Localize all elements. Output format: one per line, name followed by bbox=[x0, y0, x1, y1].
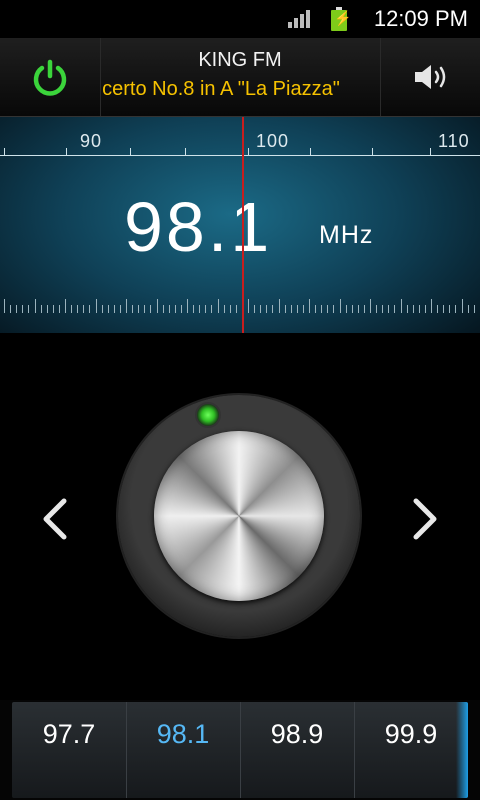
scale-label-110: 110 bbox=[438, 131, 470, 151]
tuning-knob[interactable] bbox=[118, 395, 360, 637]
frequency-unit: MHz bbox=[319, 221, 374, 249]
frequency-display: 98.1 bbox=[124, 188, 273, 266]
power-icon bbox=[33, 59, 67, 96]
battery-charging-icon: ⚡ bbox=[331, 7, 351, 31]
green-led-icon bbox=[197, 404, 219, 426]
tuning-controls bbox=[0, 333, 480, 700]
scroll-indicator bbox=[456, 702, 468, 798]
signal-bars-icon bbox=[288, 10, 312, 28]
status-time: 12:09 PM bbox=[373, 6, 468, 31]
previous-station-button[interactable] bbox=[36, 491, 76, 547]
now-playing-text: ncerto No.8 in A "La Piazza" bbox=[101, 78, 340, 100]
speaker-volume-icon bbox=[415, 65, 446, 89]
chevron-left-icon bbox=[43, 498, 67, 540]
volume-button[interactable] bbox=[380, 38, 480, 116]
radio-header: KING FM ncerto No.8 in A "La Piazza" bbox=[0, 38, 480, 117]
scale-label-90: 90 bbox=[80, 131, 103, 151]
preset-0[interactable]: 97.7 bbox=[12, 702, 127, 798]
station-info: KING FM ncerto No.8 in A "La Piazza" bbox=[101, 38, 379, 116]
tuner-dial[interactable]: 90 100 110 98.1 MHz bbox=[0, 117, 480, 333]
frequency-scale bbox=[0, 155, 480, 156]
fine-tick-scale bbox=[0, 297, 480, 317]
preset-2[interactable]: 98.9 bbox=[240, 702, 355, 798]
next-station-button[interactable] bbox=[404, 491, 444, 547]
chevron-right-icon bbox=[413, 498, 437, 540]
station-name: KING FM bbox=[198, 49, 282, 71]
preset-bar: 97.7 98.1 98.9 99.9 bbox=[12, 702, 468, 798]
knob-face bbox=[154, 431, 324, 601]
preset-list: 97.7 98.1 98.9 99.9 bbox=[0, 700, 480, 800]
tuning-needle bbox=[242, 117, 244, 333]
preset-3[interactable]: 99.9 bbox=[354, 702, 468, 798]
scale-label-100: 100 bbox=[256, 131, 290, 151]
preset-1[interactable]: 98.1 bbox=[126, 702, 241, 798]
power-button[interactable] bbox=[0, 38, 101, 116]
status-bar: ⚡ 12:09 PM bbox=[0, 0, 480, 38]
